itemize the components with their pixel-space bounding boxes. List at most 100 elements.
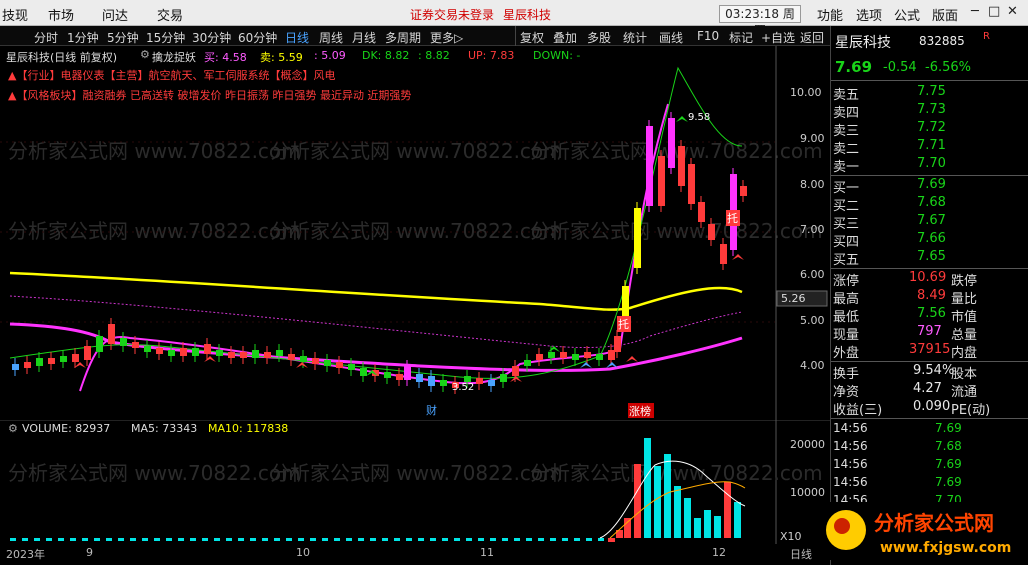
limit-up-tag[interactable]: 涨榜 — [629, 404, 651, 418]
tab-1min[interactable]: 1分钟 — [67, 29, 99, 46]
tuo-marker-label: 托 — [618, 317, 629, 331]
volume-chart[interactable]: 分析家公式网 www.70822.com分析家公式网 www.70822.com… — [0, 420, 830, 544]
menu-item-options[interactable]: 选项 — [856, 5, 882, 24]
tick-row: 14:56 7.69 — [831, 421, 1028, 439]
menu-item-formula[interactable]: 公式 — [894, 5, 920, 24]
stat-label-2: 市值 — [951, 310, 978, 325]
volume-bar — [704, 510, 711, 538]
tab-multi-period[interactable]: 多周期 — [385, 29, 421, 46]
volume-bar — [274, 538, 280, 541]
divider — [831, 361, 1028, 362]
candle-body — [720, 244, 727, 264]
mark-button[interactable]: 标记 — [729, 29, 753, 46]
minimize-button[interactable]: ─ — [971, 4, 979, 19]
volume-bar — [514, 538, 520, 541]
volume-bar — [370, 538, 376, 541]
tab-weekly[interactable]: 周线 — [319, 29, 343, 46]
restore-rights-button[interactable]: 复权 — [520, 29, 544, 46]
draw-line-button[interactable]: 画线 — [659, 29, 683, 46]
volume-bar — [382, 538, 388, 541]
bid-label: 买五 — [833, 253, 860, 268]
indicator-value: : 5.09 — [314, 49, 346, 62]
back-button[interactable]: 返回 — [800, 29, 824, 46]
watermark-text: 分析家公式网 www.70822.com — [8, 219, 301, 243]
multi-stock-button[interactable]: 多股 — [587, 29, 611, 46]
tab-30min[interactable]: 30分钟 — [192, 29, 231, 46]
candle-body — [536, 354, 543, 360]
menu-item-function[interactable]: 功能 — [817, 5, 843, 24]
tab-daily[interactable]: 日线 — [285, 29, 309, 46]
stat-label-2: 内盘 — [951, 346, 978, 361]
login-alert[interactable]: 证券交易未登录 — [410, 6, 494, 23]
menu-item-tech[interactable]: 技现 — [2, 5, 28, 24]
candle-body — [108, 324, 115, 344]
indicator-name[interactable]: 擒龙捉妖 — [152, 49, 196, 65]
bid-price: 7.68 — [917, 195, 946, 210]
candle-body — [240, 352, 247, 358]
menu-item-wenda[interactable]: 问达 — [102, 5, 128, 24]
period-tag[interactable]: 日线 — [790, 546, 812, 562]
ask-row[interactable]: 卖五 7.75 — [831, 84, 1028, 103]
watermark-text: 分析家公式网 www.70822.com — [270, 139, 563, 163]
tick-time: 14:56 — [833, 475, 868, 489]
tab-60min[interactable]: 60分钟 — [238, 29, 277, 46]
candle-body — [252, 350, 259, 358]
close-button[interactable]: ✕ — [1007, 4, 1018, 19]
bid-row[interactable]: 买二 7.68 — [831, 195, 1028, 214]
menu-item-market[interactable]: 市场 — [48, 5, 74, 24]
volume-bar — [724, 482, 731, 538]
candle-body — [288, 354, 295, 360]
volume-bar — [70, 538, 76, 541]
volume-bar — [262, 538, 268, 541]
volume-bar — [34, 538, 40, 541]
candle-body — [668, 118, 675, 168]
ask-label: 卖三 — [833, 124, 860, 139]
ask-row[interactable]: 卖三 7.72 — [831, 120, 1028, 139]
tab-15min[interactable]: 15分钟 — [146, 29, 185, 46]
bid-row[interactable]: 买三 7.67 — [831, 213, 1028, 232]
bid-row[interactable]: 买五 7.65 — [831, 249, 1028, 268]
stat-row: 换手 9.54% 股本 — [831, 363, 1028, 382]
settings-icon[interactable]: ⚙ — [8, 422, 18, 435]
bid-price: 7.65 — [917, 249, 946, 264]
tick-row: 14:56 7.69 — [831, 475, 1028, 493]
menu-item-trade[interactable]: 交易 — [157, 5, 183, 24]
maximize-button[interactable]: □ — [988, 4, 1000, 19]
candle-body — [156, 348, 163, 354]
tab-more[interactable]: 更多▷ — [430, 29, 463, 46]
f10-button[interactable]: F10 — [697, 29, 719, 43]
stat-value: 37915 — [909, 342, 951, 357]
volume-bar — [226, 538, 232, 541]
candle-body — [708, 224, 715, 240]
price-tick: 5.00 — [800, 314, 825, 327]
statistics-button[interactable]: 统计 — [623, 29, 647, 46]
overlay-button[interactable]: 叠加 — [553, 29, 577, 46]
candle-body — [404, 366, 411, 380]
bid-row[interactable]: 买四 7.66 — [831, 231, 1028, 250]
volume-bar — [442, 538, 448, 541]
candle-body — [72, 354, 79, 362]
tab-monthly[interactable]: 月线 — [352, 29, 376, 46]
bid-label: 买二 — [833, 199, 860, 214]
bid-row[interactable]: 买一 7.69 — [831, 177, 1028, 196]
divider — [831, 175, 1028, 176]
bid-label: 买三 — [833, 217, 860, 232]
tab-5min[interactable]: 5分钟 — [107, 29, 139, 46]
candle-body — [324, 360, 331, 366]
settings-icon[interactable]: ⚙ — [140, 48, 150, 61]
add-watchlist-button[interactable]: +自选 — [761, 29, 795, 46]
volume-bar — [202, 538, 208, 541]
ask-row[interactable]: 卖二 7.71 — [831, 138, 1028, 157]
style-block-info: ▲【风格板块】融资融券 已高送转 破增发价 昨日振荡 昨日强势 最近异动 近期强… — [8, 89, 412, 102]
ask-row[interactable]: 卖四 7.73 — [831, 102, 1028, 121]
indicator-down: DOWN: - — [533, 49, 581, 62]
logo-title: 分析家公式网 — [874, 511, 994, 535]
ask-row[interactable]: 卖一 7.70 — [831, 156, 1028, 175]
menu-bar: 技现 市场 问达 交易 证券交易未登录 星辰科技 03:23:18 周四 功能 … — [0, 0, 1028, 37]
financial-report-tag[interactable]: 财 — [426, 403, 437, 417]
tick-time: 14:56 — [833, 421, 868, 435]
tab-fenshi[interactable]: 分时 — [34, 29, 58, 46]
stat-label-2: 流通 — [951, 385, 978, 400]
volume-bar — [10, 538, 16, 541]
menu-item-layout[interactable]: 版面 — [932, 5, 958, 24]
